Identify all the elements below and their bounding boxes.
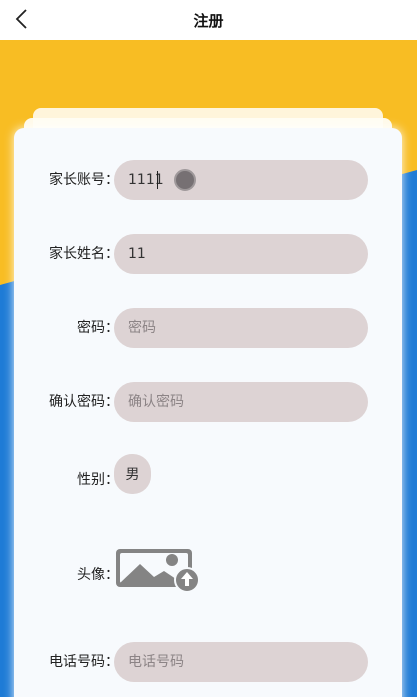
name-input[interactable] xyxy=(114,234,368,274)
confirm-password-row: 确认密码： xyxy=(14,382,402,422)
back-button[interactable] xyxy=(8,4,36,34)
avatar-row: 头像： xyxy=(14,549,402,595)
phone-input[interactable] xyxy=(114,642,368,682)
password-label: 密码： xyxy=(77,320,119,336)
touch-indicator xyxy=(174,169,196,191)
password-row: 密码： xyxy=(14,308,402,348)
account-label: 家长账号： xyxy=(49,172,119,188)
name-label: 家长姓名： xyxy=(49,246,119,262)
password-input[interactable] xyxy=(114,308,368,348)
gender-selector[interactable]: 男 xyxy=(114,454,151,494)
phone-row: 电话号码： xyxy=(14,642,402,682)
page-title: 注册 xyxy=(193,11,224,30)
account-row: 家长账号： xyxy=(14,160,402,200)
top-bar: 注册 xyxy=(0,0,417,40)
image-upload-icon xyxy=(116,549,200,593)
avatar-label: 头像： xyxy=(77,567,119,583)
account-input[interactable] xyxy=(114,160,368,200)
text-cursor xyxy=(157,171,158,189)
name-row: 家长姓名： xyxy=(14,234,402,274)
phone-label: 电话号码： xyxy=(49,654,119,670)
confirm-password-input[interactable] xyxy=(114,382,368,422)
avatar-upload-button[interactable] xyxy=(114,547,202,605)
confirm-password-label: 确认密码： xyxy=(49,394,119,410)
gender-row: 性别： 男 xyxy=(14,454,402,496)
chevron-left-icon xyxy=(15,9,27,29)
gender-label: 性别： xyxy=(77,472,119,488)
